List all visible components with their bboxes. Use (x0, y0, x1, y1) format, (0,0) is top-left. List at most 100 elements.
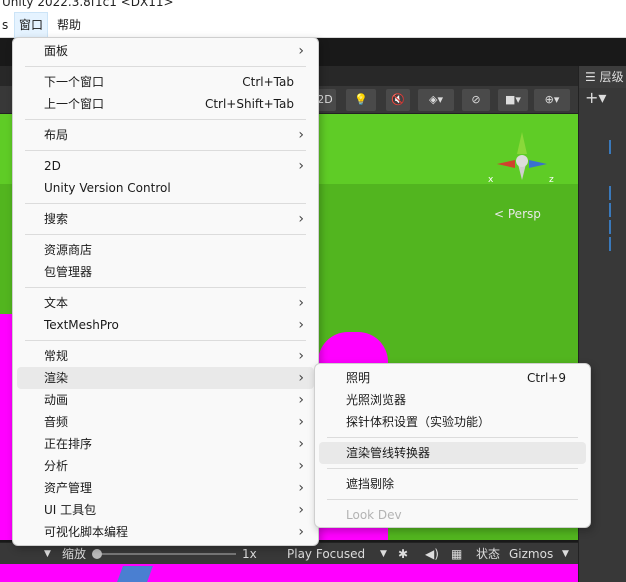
gizmos-button[interactable]: Gizmos (509, 543, 553, 565)
window-menu-item-2d[interactable]: 2D › (17, 155, 314, 177)
hierarchy-tab-label: 层级 (599, 70, 624, 84)
hierarchy-row-marker (609, 186, 611, 200)
menu-separator (25, 150, 306, 151)
lighting-toggle-icon[interactable]: 💡 (346, 89, 376, 111)
menu-item-label: 包管理器 (44, 265, 93, 279)
gizmo-axis-z: z (549, 175, 554, 185)
menu-item-label: 渲染 (44, 371, 69, 385)
window-menu-item[interactable]: 包管理器 (17, 261, 314, 283)
chevron-down-icon[interactable]: ▼ (44, 543, 51, 565)
menu-item-help[interactable]: 帮助 (53, 12, 85, 38)
menu-item-shortcut: Ctrl+Tab (242, 75, 294, 89)
window-menu-item-ui[interactable]: UI 工具包 › (17, 499, 314, 521)
chevron-right-icon: › (298, 211, 304, 227)
menu-separator (25, 203, 306, 204)
window-menu-item[interactable]: 常规 › (17, 345, 314, 367)
hierarchy-row-marker (609, 237, 611, 251)
chevron-right-icon: › (298, 317, 304, 333)
orientation-gizmo-icon[interactable]: x z (485, 130, 560, 190)
persp-icon: < (494, 207, 508, 221)
menu-separator (25, 287, 306, 288)
camera-icon[interactable]: ■▾ (498, 89, 528, 111)
menu-item-label: 布局 (44, 128, 69, 142)
chevron-right-icon: › (298, 502, 304, 518)
chevron-right-icon: › (298, 436, 304, 452)
audio-toggle-icon[interactable]: 🔇 (386, 89, 410, 111)
chevron-right-icon: › (298, 43, 304, 59)
chevron-right-icon: › (298, 458, 304, 474)
chevron-right-icon: › (298, 480, 304, 496)
render-submenu: 照明 Ctrl+9 光照浏览器探针体积设置（实验功能） 渲染管线转换器遮挡剔除 Look… (314, 363, 591, 528)
menu-item-s[interactable]: s (0, 12, 12, 38)
render-menu-item[interactable]: 渲染管线转换器 (319, 442, 586, 464)
menu-item-label: Unity Version Control (44, 181, 171, 195)
chevron-right-icon: › (298, 127, 304, 143)
hierarchy-add-icon[interactable]: +▾ (579, 88, 626, 108)
menu-item-label: 面板 (44, 44, 69, 58)
window-menu-item[interactable]: 上一个窗口 Ctrl+Shift+Tab (17, 93, 314, 115)
window-menu-item[interactable]: 下一个窗口 Ctrl+Tab (17, 71, 314, 93)
render-menu-item[interactable]: 照明 Ctrl+9 (319, 367, 586, 389)
scene-object-blue (117, 566, 153, 582)
window-menu-item-unity-version-control[interactable]: Unity Version Control (17, 177, 314, 199)
menu-item-label: TextMeshPro (44, 318, 119, 332)
window-menu-item[interactable]: 动画 › (17, 389, 314, 411)
persp-label: Persp (507, 207, 541, 221)
zoom-slider-knob[interactable] (92, 549, 102, 559)
chevron-right-icon: › (298, 392, 304, 408)
menu-item-label: 可视化脚本编程 (44, 525, 129, 539)
zoom-label: 缩放 (62, 547, 87, 561)
menu-item-label: 正在排序 (44, 437, 93, 451)
window-menu-item[interactable]: 音频 › (17, 411, 314, 433)
menu-item-label: 动画 (44, 393, 69, 407)
gizmo-axis-x: x (488, 175, 494, 185)
window-menu-item[interactable]: 分析 › (17, 455, 314, 477)
window-menu-item[interactable]: 面板 › (17, 40, 314, 62)
menu-separator (25, 66, 306, 67)
play-mode-chevron-icon[interactable]: ▼ (380, 543, 387, 565)
menu-item-label: 探针体积设置（实验功能） (346, 415, 491, 429)
window-menu-item[interactable]: 资产管理 › (17, 477, 314, 499)
menu-item-label: Look Dev (346, 508, 402, 522)
hierarchy-row-marker (609, 220, 611, 234)
scene-object-magenta-bottom (0, 562, 578, 582)
menu-item-label: 资产管理 (44, 481, 93, 495)
chevron-right-icon: › (298, 348, 304, 364)
render-menu-item[interactable]: 光照浏览器 (319, 389, 586, 411)
menu-item-label: UI 工具包 (44, 503, 97, 517)
menu-separator (25, 234, 306, 235)
menu-item-label: 光照浏览器 (346, 393, 407, 407)
zoom-slider-track[interactable] (94, 553, 236, 555)
window-menu-item[interactable]: 资源商店 (17, 239, 314, 261)
chevron-right-icon: › (298, 158, 304, 174)
window-menu-item[interactable]: 布局 › (17, 124, 314, 146)
menu-item-label: 照明 (346, 371, 371, 385)
play-mode-select[interactable]: Play Focused (287, 543, 365, 565)
render-menu-item[interactable]: 遮挡剔除 (319, 473, 586, 495)
menu-item-window[interactable]: 窗口 (14, 12, 49, 38)
window-menu-item[interactable]: 可视化脚本编程 › (17, 521, 314, 543)
menu-separator (327, 437, 578, 438)
effects-toggle-icon[interactable]: ◈▾ (418, 89, 454, 111)
stats-button[interactable]: 状态 (476, 543, 500, 565)
window-menu-item[interactable]: 渲染 › (17, 367, 314, 389)
gizmo-tool-icon[interactable]: ⊕▾ (534, 89, 570, 111)
menu-separator (25, 119, 306, 120)
window-title-bar: Unity 2022.3.8f1c1 <DX11> (0, 0, 626, 12)
hierarchy-tab[interactable]: ☰ 层级 (579, 66, 626, 88)
render-menu-item[interactable]: 探针体积设置（实验功能） (319, 411, 586, 433)
gizmos-chevron-icon[interactable]: ▼ (562, 543, 569, 565)
grid-icon[interactable]: ▦ (451, 543, 462, 565)
window-menu-item[interactable]: 搜索 › (17, 208, 314, 230)
menu-bar: s 窗口 帮助 (0, 12, 626, 38)
bug-icon[interactable]: ✱ (398, 543, 408, 565)
mute-audio-icon[interactable]: ◀) (425, 543, 439, 565)
window-menu-item[interactable]: 文本 › (17, 292, 314, 314)
projection-toggle[interactable]: < Persp (494, 207, 541, 221)
menu-separator (327, 499, 578, 500)
menu-item-label: 遮挡剔除 (346, 477, 395, 491)
window-menu-item-textmeshpro[interactable]: TextMeshPro › (17, 314, 314, 336)
menu-item-label: 2D (44, 159, 61, 173)
window-menu-item[interactable]: 正在排序 › (17, 433, 314, 455)
scene-visibility-icon[interactable]: ⊘ (462, 89, 490, 111)
